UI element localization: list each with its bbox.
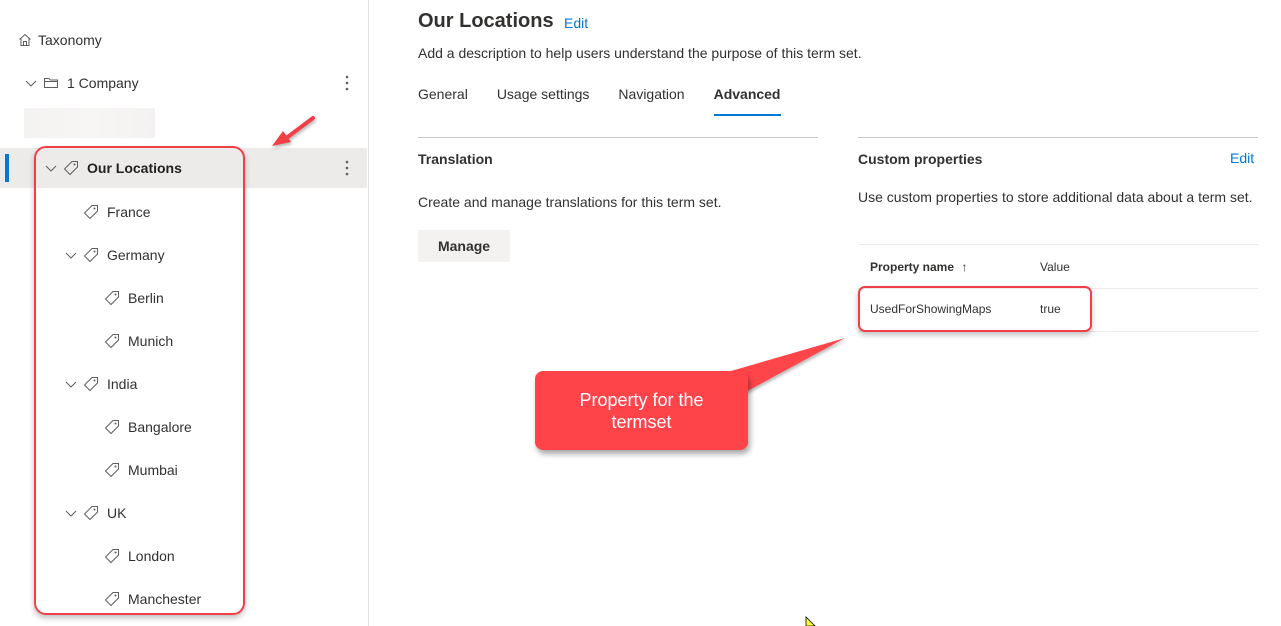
tree-item-taxonomy[interactable]: Taxonomy: [0, 20, 367, 60]
tag-icon: [104, 333, 120, 349]
tab-advanced[interactable]: Advanced: [713, 86, 781, 116]
tag-icon: [104, 290, 120, 306]
callout-annotation: Property for the termset: [535, 371, 748, 450]
tree-item-termset[interactable]: Our Locations: [0, 148, 367, 188]
tab-general[interactable]: General: [418, 86, 468, 116]
table-divider: [858, 331, 1258, 332]
table-divider: [858, 288, 1258, 289]
translation-text: Create and manage translations for this …: [418, 194, 722, 210]
tree-item-label: UK: [107, 505, 127, 521]
tree-item-term[interactable]: France: [0, 192, 367, 232]
tab-navigation[interactable]: Navigation: [618, 86, 684, 116]
home-icon: [17, 32, 33, 48]
mouse-cursor-icon: [805, 616, 816, 626]
tree-item-term[interactable]: Munich: [0, 321, 367, 361]
tree-item-label: Munich: [128, 333, 174, 349]
tree-item-term[interactable]: London: [0, 536, 367, 576]
tree-item-term[interactable]: Manchester: [0, 579, 367, 619]
tree-item-label: Mumbai: [128, 462, 178, 478]
tag-icon: [63, 160, 79, 176]
tree-item-label: Germany: [107, 247, 165, 263]
tag-icon: [83, 204, 99, 220]
tag-icon: [104, 591, 120, 607]
edit-title-link[interactable]: Edit: [564, 15, 588, 31]
tag-icon: [83, 376, 99, 392]
tree-item-term[interactable]: Berlin: [0, 278, 367, 318]
manage-button[interactable]: Manage: [418, 230, 510, 262]
tag-icon: [104, 462, 120, 478]
chevron-down-icon[interactable]: [43, 160, 59, 176]
tab-list: General Usage settings Navigation Advanc…: [418, 86, 810, 116]
tree-item-label: Taxonomy: [38, 32, 102, 48]
selection-indicator: [5, 154, 9, 182]
tag-icon: [83, 505, 99, 521]
chevron-down-icon[interactable]: [23, 75, 39, 91]
edit-custom-properties-link[interactable]: Edit: [1230, 150, 1254, 166]
termset-description: Add a description to help users understa…: [418, 45, 862, 61]
tree-item-label: London: [128, 548, 175, 564]
tree-item-term[interactable]: Mumbai: [0, 450, 367, 490]
tab-usage-settings[interactable]: Usage settings: [497, 86, 590, 116]
more-options-icon[interactable]: [339, 73, 355, 93]
tree-item-label: France: [107, 204, 151, 220]
custom-properties-title: Custom properties: [858, 151, 983, 167]
tree-item-label: Bangalore: [128, 419, 192, 435]
tree-item-group[interactable]: 1 Company: [0, 63, 367, 103]
column-header-property-name[interactable]: Property name ↑: [870, 260, 967, 274]
tree-item-term[interactable]: Germany: [0, 235, 367, 275]
tag-icon: [83, 247, 99, 263]
tree-item-label: Manchester: [128, 591, 202, 607]
column-header-label: Property name: [870, 260, 955, 274]
loading-placeholder: [24, 108, 155, 138]
callout-text: Property for the termset: [579, 389, 704, 432]
arrow-up-icon: ↑: [961, 260, 968, 274]
tree-item-label: Berlin: [128, 290, 164, 306]
page-title: Our Locations: [418, 10, 554, 32]
column-header-value[interactable]: Value: [1040, 260, 1070, 274]
folder-icon: [43, 75, 59, 91]
tag-icon: [104, 548, 120, 564]
property-value-cell: true: [1040, 302, 1061, 316]
chevron-down-icon[interactable]: [63, 247, 79, 263]
chevron-down-icon[interactable]: [63, 376, 79, 392]
chevron-down-icon[interactable]: [63, 505, 79, 521]
tree-item-label: India: [107, 376, 138, 392]
table-divider: [858, 244, 1258, 245]
tree-item-label: 1 Company: [67, 75, 139, 91]
tree-item-term[interactable]: India: [0, 364, 367, 404]
custom-properties-text: Use custom properties to store additiona…: [858, 189, 1253, 205]
taxonomy-tree-panel: Taxonomy 1 Company Our Locations France G…: [0, 0, 369, 626]
section-divider: [858, 137, 1258, 138]
tree-item-label: Our Locations: [87, 160, 182, 176]
section-divider: [418, 137, 818, 138]
more-options-icon[interactable]: [339, 158, 355, 178]
property-name-cell: UsedForShowingMaps: [870, 302, 992, 316]
tree-item-term[interactable]: UK: [0, 493, 367, 533]
tree-item-term[interactable]: Bangalore: [0, 407, 367, 447]
tag-icon: [104, 419, 120, 435]
translation-title: Translation: [418, 151, 493, 167]
